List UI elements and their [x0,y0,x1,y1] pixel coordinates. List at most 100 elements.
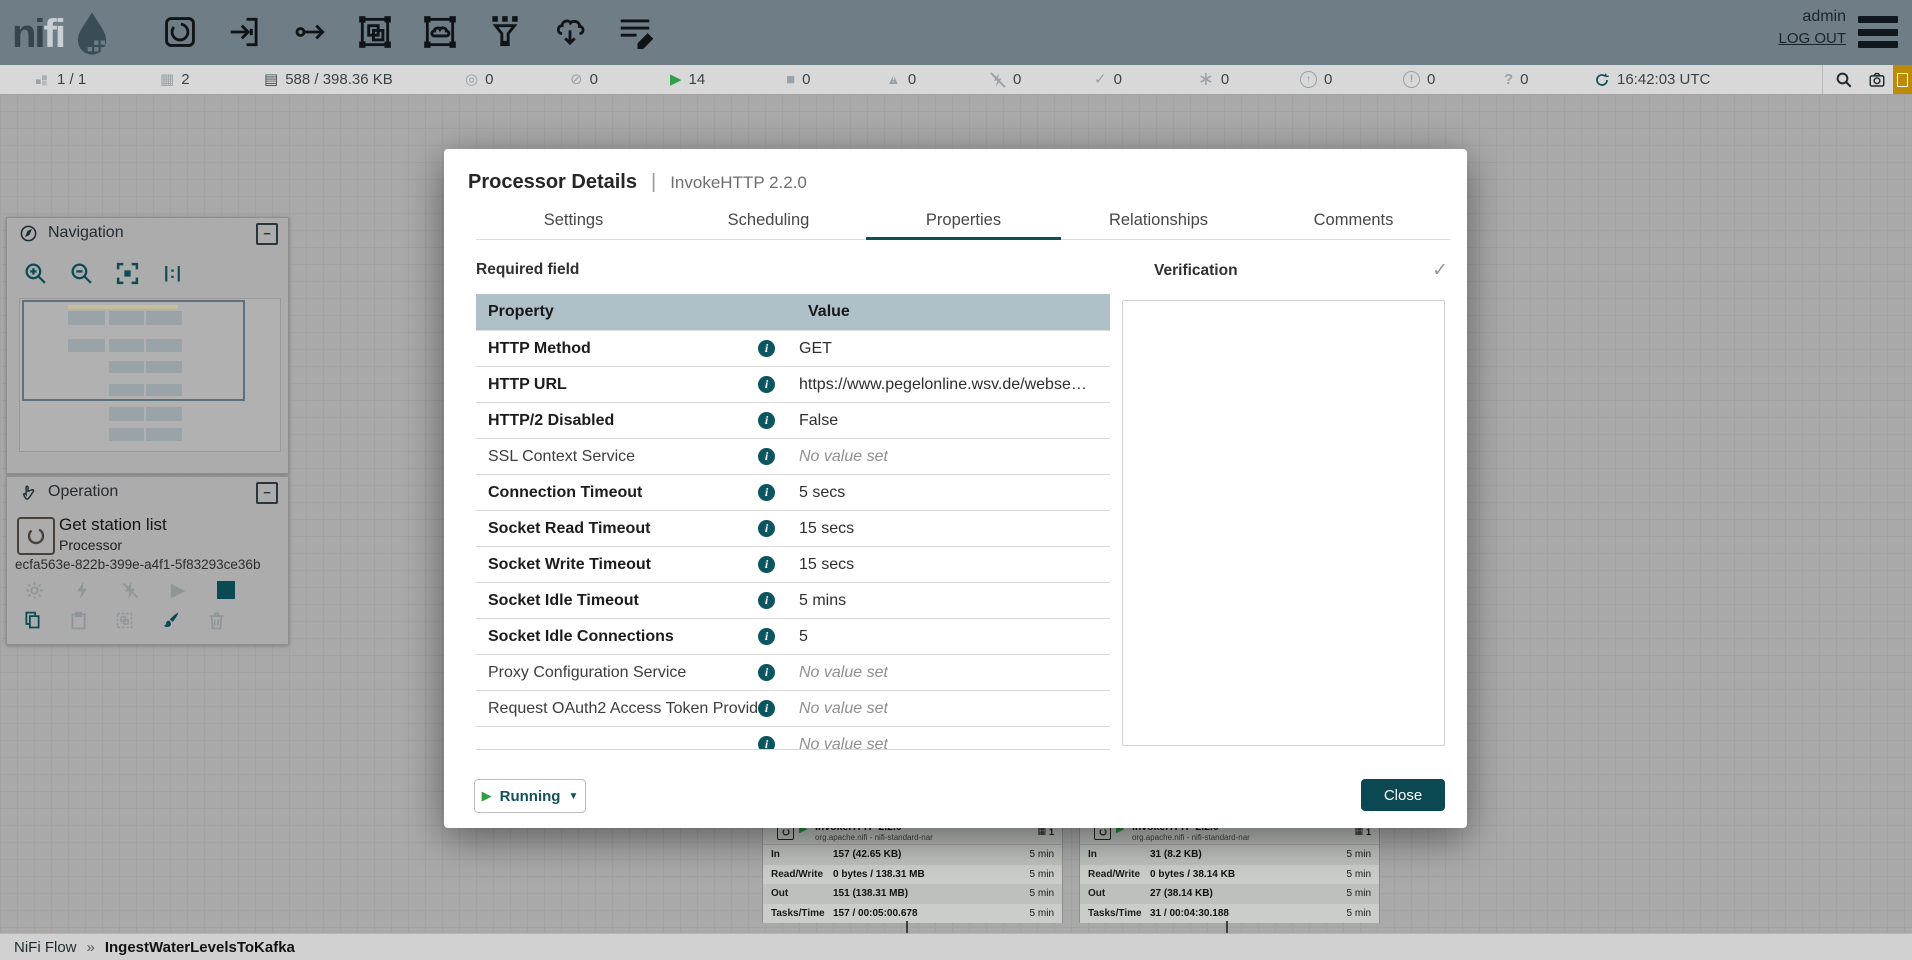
table-row[interactable]: SSL Context ServiceiNo value set [476,438,1110,474]
component-toolbar [156,7,659,57]
stat-row-out: Out151 (138.31 MB)5 min [763,884,1062,904]
info-icon[interactable]: i [758,700,775,717]
tab-properties[interactable]: Properties [866,211,1061,239]
running-icon: ▶ [670,72,682,87]
processor-node[interactable]: ▶ InvokeHTTP 2.2.0 org.apache.nifi - nif… [762,817,1063,923]
tab-scheduling[interactable]: Scheduling [671,211,866,239]
processor-bundle: org.apache.nifi - nifi-standard-nar [815,833,933,842]
tab-comments[interactable]: Comments [1256,211,1451,239]
run-status-dropdown[interactable]: ▶ Running ▼ [474,779,586,813]
stop-icon[interactable] [213,577,239,603]
table-row[interactable]: Connection Timeouti5 secs [476,474,1110,510]
configure-gear-icon[interactable] [21,577,47,603]
table-row[interactable]: Socket Idle Connectionsi5 [476,618,1110,654]
verification-label: Verification [1154,262,1238,280]
color-brush-icon[interactable] [157,607,183,633]
info-icon[interactable]: i [758,592,775,609]
navigation-minimap[interactable] [19,298,281,452]
registry-import-icon[interactable] [546,7,594,57]
dialog-tabbar: Settings Scheduling Properties Relations… [476,211,1451,240]
table-row[interactable]: Proxy Configuration ServiceiNo value set [476,654,1110,690]
collapse-operation-icon[interactable]: − [256,482,278,504]
zoom-in-icon[interactable] [19,258,51,288]
stat-row-tasks: Tasks/Time31 / 00:04:30.1885 min [1080,904,1379,924]
table-row[interactable]: Socket Read Timeouti15 secs [476,510,1110,546]
close-button[interactable]: Close [1361,779,1445,811]
global-menu-icon[interactable] [1858,16,1898,48]
processor-node[interactable]: ▶ InvokeHTTP 2.2.0 org.apache.nifi - nif… [1079,817,1380,923]
operation-panel-title: Operation [48,483,118,501]
minimap-viewport[interactable] [22,300,245,401]
breadcrumb-root[interactable]: NiFi Flow [14,939,77,956]
info-icon[interactable]: i [758,412,775,429]
processor-type-icon [17,517,55,555]
tab-settings[interactable]: Settings [476,211,671,239]
table-row[interactable]: HTTP URLihttps://www.pegelonline.wsv.de/… [476,366,1110,402]
enable-bolt-icon[interactable] [69,577,95,603]
processor-icon[interactable] [156,7,204,57]
info-icon[interactable]: i [758,628,775,645]
table-row[interactable]: Request OAuth2 Access Token ProvideriNo … [476,690,1110,726]
tab-relationships[interactable]: Relationships [1061,211,1256,239]
process-group-icon[interactable] [351,7,399,57]
output-port-icon[interactable] [286,7,334,57]
info-icon[interactable]: i [758,484,775,501]
copy-icon[interactable] [19,607,45,633]
verification-results-box [1122,300,1445,746]
stat-row-readwrite: Read/Write0 bytes / 138.31 MB5 min [763,865,1062,885]
required-field-label: Required field [476,261,579,279]
funnel-icon[interactable] [481,7,529,57]
table-row[interactable]: HTTP/2 DisablediFalse [476,402,1110,438]
start-icon[interactable]: ▶ [165,577,191,603]
snapshot-icon[interactable] [1860,65,1893,94]
zoom-fit-icon[interactable] [111,258,143,288]
dialog-title: Processor Details [468,171,637,194]
zoom-actual-icon[interactable]: |:| [157,258,189,288]
status-locally-modified: ∗ 0 [1198,65,1229,94]
info-icon[interactable]: i [758,340,775,357]
disable-bolt-slash-icon[interactable] [117,577,143,603]
status-disabled: 0 [990,65,1021,94]
breadcrumb-current: IngestWaterLevelsToKafka [105,939,295,956]
info-icon[interactable]: i [758,520,775,537]
paste-icon[interactable] [65,607,91,633]
operation-actions-row-2 [19,607,229,633]
table-row[interactable]: Socket Idle Timeouti5 mins [476,582,1110,618]
flow-status-bar: 1 / 1 ▦ 2 ▤ 588 / 398.36 KB ◎ 0 ⊘ 0 ▶ 14… [0,65,1912,95]
flow-analysis-toggle[interactable] [1893,65,1912,94]
table-row[interactable]: iNo value set [476,726,1110,750]
info-icon[interactable]: i [758,448,775,465]
delete-trash-icon[interactable] [203,607,229,633]
sync-failure-icon: ? [1504,72,1513,87]
info-icon[interactable]: i [758,736,775,750]
label-icon[interactable] [611,7,659,57]
status-grid: ▦ 2 [160,65,190,94]
zoom-out-icon[interactable] [65,258,97,288]
stat-row-out: Out27 (38.14 KB)5 min [1080,884,1379,904]
transmitting-icon: ◎ [465,72,478,87]
status-invalid: ▲! 0 [886,65,916,94]
droplet-icon [66,8,118,60]
stat-row-readwrite: Read/Write0 bytes / 38.14 KB5 min [1080,865,1379,885]
table-row[interactable]: HTTP MethodiGET [476,330,1110,366]
logo-text: ni [12,12,44,57]
chevron-down-icon: ▼ [568,791,578,802]
navigation-panel-title: Navigation [48,224,124,242]
refresh-icon[interactable] [1594,72,1610,88]
info-icon[interactable]: i [758,556,775,573]
search-icon[interactable] [1827,65,1860,94]
status-locally-modified-stale: ! 0 [1403,65,1435,94]
logout-link[interactable]: LOG OUT [1778,30,1846,47]
grid-icon: ▦ [160,72,174,87]
table-row[interactable]: Socket Write Timeouti15 secs [476,546,1110,582]
remote-process-group-icon[interactable] [416,7,464,57]
stopped-icon: ■ [786,72,795,87]
input-port-icon[interactable] [221,7,269,57]
group-icon[interactable] [111,607,137,633]
collapse-navigation-icon[interactable]: − [256,223,278,245]
info-icon[interactable]: i [758,376,775,393]
selected-component-type: Processor [59,537,122,553]
verification-check-icon[interactable]: ✓ [1432,259,1448,282]
selected-component-id: ecfa563e-822b-399e-a4f1-5f83293ce36b [15,557,260,572]
info-icon[interactable]: i [758,664,775,681]
